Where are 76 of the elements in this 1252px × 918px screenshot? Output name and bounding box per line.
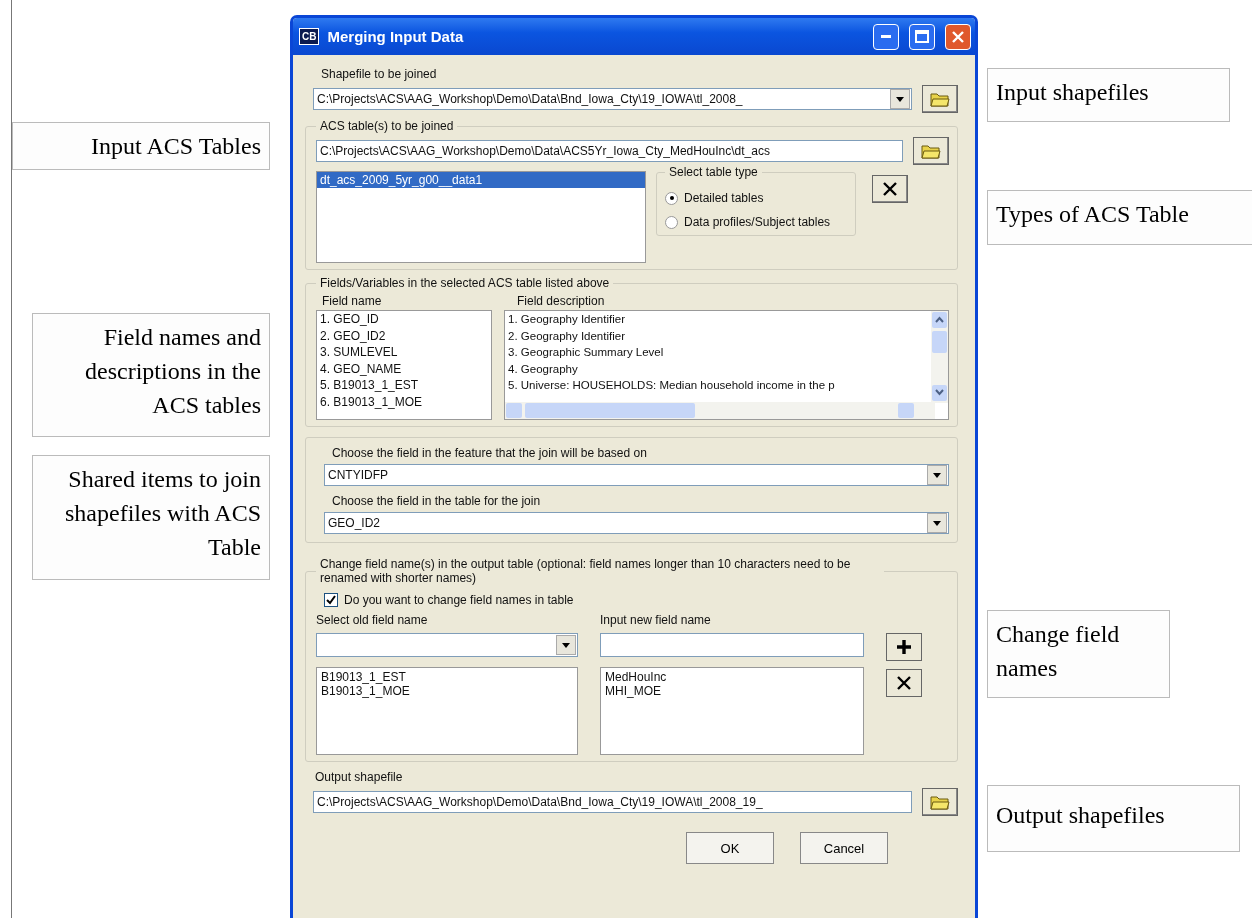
old-field-dropdown[interactable] — [316, 633, 578, 657]
list-item[interactable]: 3. Geographic Summary Level — [505, 344, 930, 361]
table-field-dropdown[interactable]: GEO_ID2 — [324, 512, 949, 534]
field-label: Choose the field in the table for the join — [332, 494, 542, 508]
new-field-input[interactable] — [600, 633, 864, 657]
radio-button[interactable] — [665, 191, 678, 205]
callout-label: Field names and descriptions in the ACS tables — [32, 313, 270, 437]
dialog-button[interactable]: OK — [686, 832, 774, 864]
close-icon — [952, 30, 964, 43]
list-item[interactable]: 3. SUMLEVEL — [317, 344, 491, 361]
list-item[interactable]: dt_acs_2009_5yr_g00__data1 — [317, 172, 645, 188]
shapefile-dropdown[interactable]: C:\Projects\ACS\AAG_Workshop\Demo\Data\Bnd_Iowa_Cty\19_IOWA\tl_2008_ — [313, 88, 912, 110]
radio-label: Detailed tables — [684, 191, 764, 205]
group-title: Change field name(s) in the output table (optional: field names longer than 10 characters need to be renamed with shorter names) — [319, 557, 852, 585]
callout-label: Shared items to join shapefiles with ACS Table — [32, 455, 270, 580]
column-header: Field description — [516, 294, 605, 308]
list-item[interactable]: 1. Geography Identifier — [505, 311, 930, 328]
list-item[interactable]: B19013_1_EST — [317, 670, 577, 684]
minimize-icon — [881, 35, 891, 38]
plus-icon — [896, 639, 912, 655]
list-item[interactable]: 4. Geography — [505, 360, 930, 377]
folder-icon — [930, 794, 950, 810]
list-item[interactable]: 5. B19013_1_EST — [317, 377, 491, 394]
callout-label: Change field names — [987, 610, 1170, 698]
dialog-button[interactable]: Cancel — [800, 832, 888, 864]
dropdown-arrow-icon — [933, 472, 941, 478]
dropdown-arrow-icon — [933, 520, 941, 526]
vertical-scrollbar[interactable] — [931, 311, 948, 403]
group-title: ACS table(s) to be joined — [319, 119, 455, 133]
list-item[interactable]: MedHouInc — [601, 670, 863, 684]
remove-button[interactable] — [872, 175, 908, 203]
remove-button[interactable] — [886, 669, 922, 697]
column-header: Field name — [321, 294, 383, 308]
callout-label: Types of ACS Table — [987, 190, 1252, 245]
field-label: Shapefile to be joined — [320, 67, 438, 81]
browse-button[interactable] — [922, 788, 958, 816]
callout-label: Output shapefiles — [987, 785, 1240, 852]
dropdown-arrow-icon — [562, 642, 570, 648]
check-icon — [326, 595, 336, 605]
feature-field-dropdown[interactable]: CNTYIDFP — [324, 464, 949, 486]
list-item[interactable]: 1. GEO_ID — [317, 311, 491, 328]
checkbox[interactable] — [324, 593, 338, 607]
path-field[interactable]: C:\Projects\ACS\AAG_Workshop\Demo\Data\ACS5Yr_Iowa_Cty_MedHouInc\dt_acs — [316, 140, 903, 162]
app-icon: CB — [299, 28, 320, 45]
group-title: Fields/Variables in the selected ACS table listed above — [319, 276, 611, 290]
list-item[interactable]: 5. Universe: HOUSEHOLDS: Median household income in the p — [505, 377, 930, 394]
group-title: Select table type — [668, 165, 759, 179]
minimize-button[interactable] — [873, 23, 899, 50]
dropdown-arrow-icon — [896, 96, 904, 102]
field-label: Output shapefile — [314, 770, 404, 784]
list-item[interactable]: 4. GEO_NAME — [317, 360, 491, 377]
add-button[interactable] — [886, 633, 922, 661]
field-label: Select old field name — [316, 613, 429, 627]
x-icon — [896, 676, 912, 690]
browse-button[interactable] — [922, 85, 958, 113]
list-item[interactable]: 6. B19013_1_MOE — [317, 393, 491, 410]
checkbox-label: Do you want to change field names in table — [344, 593, 574, 607]
radio-button[interactable] — [665, 215, 678, 229]
field-label: Choose the field in the feature that the join will be based on — [332, 446, 648, 460]
folder-icon — [921, 143, 941, 159]
maximize-icon — [915, 30, 929, 43]
output-path-field[interactable]: C:\Projects\ACS\AAG_Workshop\Demo\Data\Bnd_Iowa_Cty\19_IOWA\tl_2008_19_ — [313, 791, 912, 813]
radio-label: Data profiles/Subject tables — [684, 215, 831, 229]
list-item[interactable]: B19013_1_MOE — [317, 684, 577, 698]
window-title: Merging Input Data — [327, 28, 465, 45]
list-item[interactable]: MHI_MOE — [601, 684, 863, 698]
close-button[interactable] — [945, 23, 971, 50]
maximize-button[interactable] — [909, 23, 935, 50]
folder-icon — [930, 91, 950, 107]
callout-label: Input shapefiles — [987, 68, 1230, 122]
list-item[interactable]: 2. GEO_ID2 — [317, 327, 491, 344]
field-label: Input new field name — [600, 613, 712, 627]
browse-button[interactable] — [913, 137, 949, 165]
list-item[interactable]: 2. Geography Identifier — [505, 327, 930, 344]
x-icon — [882, 182, 898, 196]
callout-label: Input ACS Tables — [12, 122, 270, 170]
